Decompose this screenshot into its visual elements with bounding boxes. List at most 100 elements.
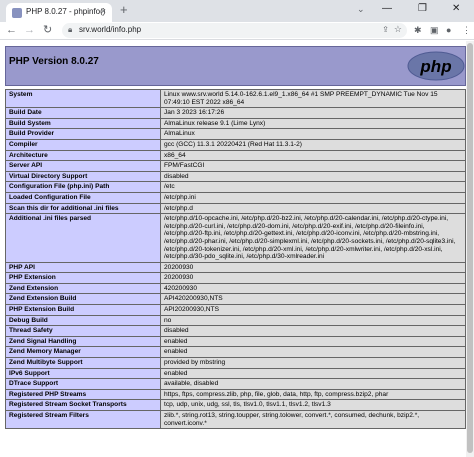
row-label: Configuration File (php.ini) Path (5, 181, 161, 193)
php-logo: php (407, 51, 465, 81)
browser-tab[interactable]: PHP 8.0.27 - phpinfo() × (6, 3, 112, 22)
row-label: Zend Multibyte Support (5, 357, 161, 369)
table-row: Build Date Jan 3 2023 16:17:26 (5, 107, 466, 119)
forward-arrow-icon[interactable]: → (24, 24, 35, 36)
row-value: https, ftps, compress.zlib, php, file, g… (160, 388, 466, 401)
row-value: provided by mbstring (160, 357, 466, 369)
row-label: IPv6 Support (5, 367, 161, 380)
row-label: Server API (5, 160, 161, 172)
row-value: Linux www.srv.world 5.14.0-162.6.1.el9_1… (160, 88, 466, 109)
row-value: API420200930,NTS (160, 293, 466, 306)
extensions-icon[interactable]: ✱ (414, 25, 422, 36)
row-value: /etc/php.d/10-opcache.ini, /etc/php.d/20… (160, 213, 466, 263)
browser-toolbar: ← → ↻ 🔒︎ srv.world/info.php ⇪ ☆ ✱ ▣ ● ⋮ (0, 22, 474, 40)
table-row: Zend Multibyte Support provided by mbstri… (5, 357, 466, 369)
row-value: 420200930 (160, 282, 466, 295)
share-icon[interactable]: ⇪ (382, 25, 389, 34)
row-label: Zend Extension (5, 282, 161, 295)
row-label: Additional .ini files parsed (5, 213, 161, 263)
window-close-icon[interactable]: ✕ (452, 3, 460, 14)
table-row: Virtual Directory Support disabled (5, 170, 466, 183)
table-row: Zend Extension Build API420200930,NTS (5, 293, 466, 306)
row-value: FPM/FastCGI (160, 160, 466, 172)
row-label: PHP Extension (5, 272, 161, 284)
phpinfo-table: System Linux www.srv.world 5.14.0-162.6.1… (5, 88, 466, 430)
table-row: Additional .ini files parsed/etc/php.d/1… (5, 213, 466, 263)
table-row: System Linux www.srv.world 5.14.0-162.6.1… (5, 88, 466, 109)
row-value: AlmaLinux release 9.1 (Lime Lynx) (160, 117, 466, 130)
table-row: Zend Extension 420200930 (5, 282, 466, 295)
table-row: Registered Stream Socket Transports tcp, … (5, 399, 466, 411)
row-label: Build Provider (5, 128, 161, 140)
lock-icon[interactable]: 🔒︎ (68, 25, 72, 35)
table-row: Thread Safety disabled (5, 325, 466, 337)
row-label: Registered Stream Socket Transports (5, 399, 161, 411)
php-logo-text: php (419, 57, 451, 76)
php-favicon-icon (12, 8, 22, 18)
star-icon[interactable]: ☆ (394, 24, 402, 35)
row-value: AlmaLinux (160, 128, 466, 140)
table-row: PHP Extension 20200930 (5, 272, 466, 284)
row-label: Zend Extension Build (5, 293, 161, 306)
table-row: Scan this dir for additional .ini files /… (5, 202, 466, 215)
row-value: 20200930 (160, 272, 466, 284)
reload-icon[interactable]: ↻ (43, 24, 52, 36)
row-label: PHP Extension Build (5, 304, 161, 316)
plus-icon[interactable]: + (120, 3, 128, 16)
page-viewport: PHP Version 8.0.27 php System Linux www.s… (0, 41, 474, 457)
table-row: Loaded Configuration File/etc/php.ini (5, 191, 466, 204)
tab-title: PHP 8.0.27 - phpinfo() (26, 7, 106, 16)
row-value: /etc (160, 181, 466, 193)
url-text[interactable]: srv.world/info.php (79, 25, 141, 34)
row-label: Build System (5, 117, 161, 130)
row-label: PHP API (5, 261, 161, 274)
minimize-icon[interactable]: — (382, 3, 392, 14)
row-value: available, disabled (160, 378, 466, 390)
row-value: enabled (160, 367, 466, 380)
split-view-icon[interactable]: ▣ (430, 25, 439, 36)
row-value: enabled (160, 335, 466, 348)
table-row: Architecture x86_64 (5, 149, 466, 162)
row-value: disabled (160, 170, 466, 183)
row-value: disabled (160, 325, 466, 337)
row-value: zlib.*, string.rot13, string.toupper, st… (160, 409, 466, 430)
tab-strip: PHP 8.0.27 - phpinfo() × + ⌄ — ❐ ✕ (0, 0, 474, 22)
row-value: x86_64 (160, 149, 466, 162)
row-value: 20200930 (160, 261, 466, 274)
row-value: no (160, 314, 466, 327)
row-label: System (5, 88, 161, 109)
table-row: IPv6 Support enabled (5, 367, 466, 380)
table-row: Build Provider AlmaLinux (5, 128, 466, 140)
row-label: Registered PHP Streams (5, 388, 161, 401)
back-arrow-icon[interactable]: ← (6, 24, 17, 36)
row-label: Virtual Directory Support (5, 170, 161, 183)
profile-icon[interactable]: ● (446, 25, 451, 35)
row-label: Thread Safety (5, 325, 161, 337)
row-label: DTrace Support (5, 378, 161, 390)
table-row: Compiler gcc (GCC) 11.3.1 20220421 (Red H… (5, 138, 466, 151)
scrollbar-thumb[interactable] (467, 43, 473, 453)
address-bar[interactable]: 🔒︎ srv.world/info.php ⇪ ☆ (62, 23, 407, 38)
table-row: PHP API 20200930 (5, 261, 466, 274)
row-label: Zend Memory Manager (5, 346, 161, 359)
more-menu-icon[interactable]: ⋮ (462, 25, 471, 36)
page-title: PHP Version 8.0.27 (9, 56, 99, 67)
close-icon[interactable]: × (101, 6, 106, 16)
row-value: /etc/php.d (160, 202, 466, 215)
row-label: Registered Stream Filters (5, 409, 161, 430)
table-row: Build System AlmaLinux release 9.1 (Lime … (5, 117, 466, 130)
row-label: Zend Signal Handling (5, 335, 161, 348)
chevron-down-icon[interactable]: ⌄ (357, 4, 365, 15)
row-label: Scan this dir for additional .ini files (5, 202, 161, 215)
table-row: Debug Build no (5, 314, 466, 327)
row-label: Debug Build (5, 314, 161, 327)
row-value: enabled (160, 346, 466, 359)
scrollbar[interactable] (466, 41, 474, 457)
row-label: Build Date (5, 107, 161, 119)
table-row: Server API FPM/FastCGI (5, 160, 466, 172)
restore-icon[interactable]: ❐ (418, 3, 427, 14)
table-row: Zend Signal Handling enabled (5, 335, 466, 348)
row-label: Compiler (5, 138, 161, 151)
row-value: Jan 3 2023 16:17:26 (160, 107, 466, 119)
row-label: Architecture (5, 149, 161, 162)
